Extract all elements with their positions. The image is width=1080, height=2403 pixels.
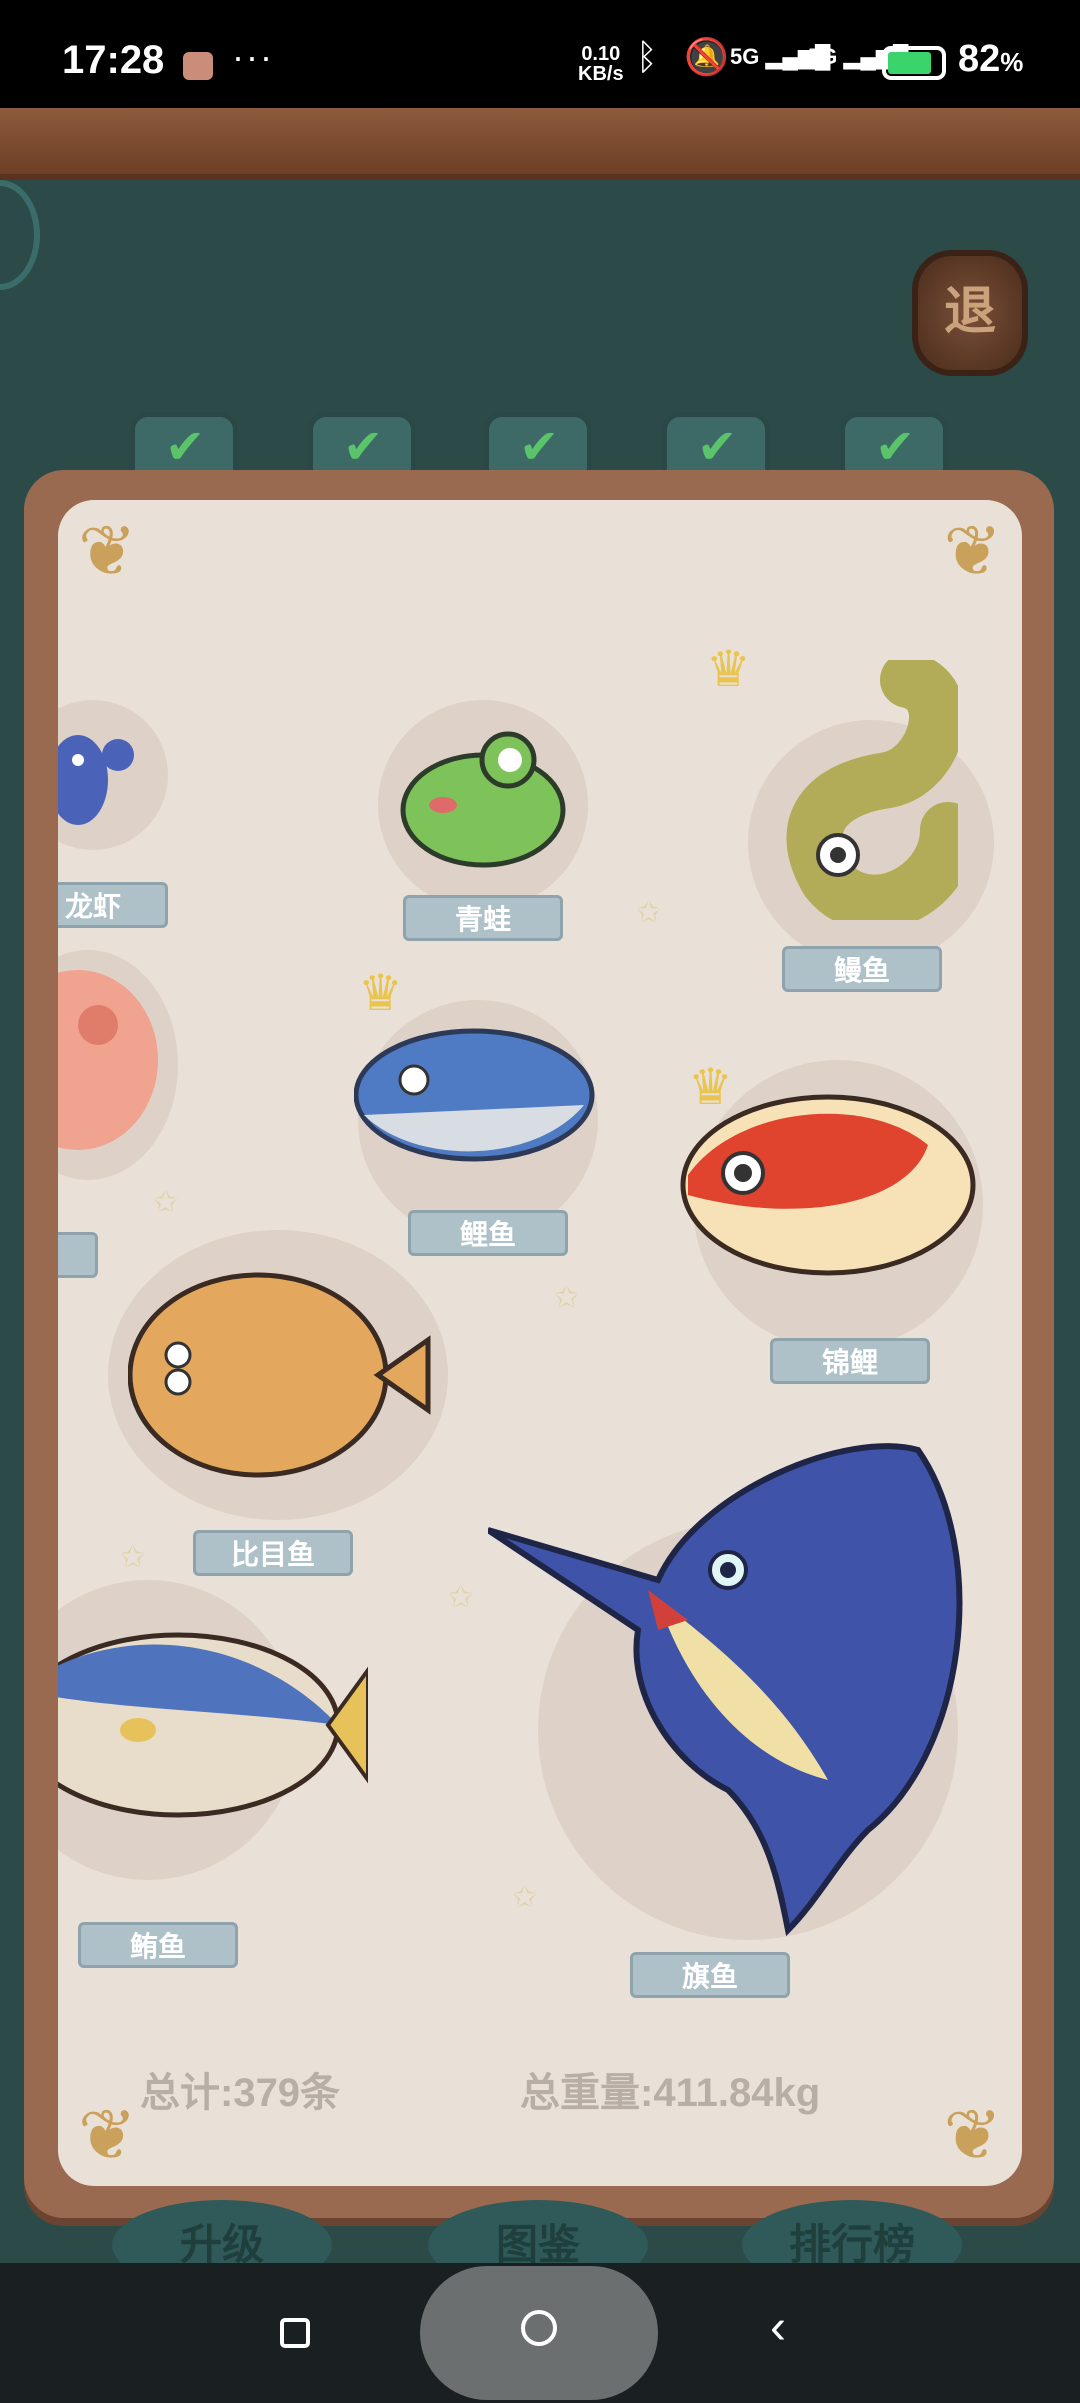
network-speed-value: 0.10 <box>581 43 621 65</box>
corner-ornament-icon: ❦ <box>943 512 1002 590</box>
signal-2-label: 5G <box>808 44 838 69</box>
recent-apps-icon[interactable] <box>280 2318 310 2348</box>
check-icon: ✔ <box>875 421 916 474</box>
flounder-icon <box>128 1272 431 1478</box>
signal-1-label: 5G <box>730 44 760 69</box>
star-icon: ✩ <box>554 1281 580 1314</box>
tuna-icon <box>58 1632 368 1818</box>
star-icon: ✩ <box>153 1186 179 1219</box>
check-icon: ✔ <box>165 421 206 474</box>
app-notification-icon <box>183 52 213 80</box>
home-circle-icon <box>521 2310 557 2346</box>
mute-bell-icon: 🔕 <box>684 36 729 77</box>
lobster-icon <box>58 735 134 825</box>
status-time: 17:28 <box>62 38 165 82</box>
partial-fish-icon <box>58 970 158 1150</box>
fish-label-tuna[interactable]: 鲔鱼 <box>78 1922 238 1968</box>
corner-ornament-icon: ❦ <box>78 2096 137 2174</box>
marlin-icon <box>488 1443 963 1937</box>
corner-ornament-icon: ❦ <box>943 2096 1002 2174</box>
battery-percent-value: 82 <box>958 38 1001 80</box>
star-icon: ✩ <box>512 1881 538 1914</box>
exit-button[interactable]: 退 <box>912 250 1028 376</box>
fish-label-lobster[interactable]: 龙虾 <box>58 882 168 928</box>
bluetooth-icon: ᛒ <box>636 36 658 77</box>
collection-panel: ❦ ❦ ❦ ❦ 龙虾 青蛙 ♛ 鳗鱼 ♛ 鲤鱼 ♛ 锦鲤 比目鱼 鲔鱼 旗鱼 ✩… <box>58 500 1022 2186</box>
frog-icon <box>400 731 566 868</box>
network-speed-unit: KB/s <box>578 63 624 85</box>
eel-icon <box>786 660 958 920</box>
check-icon: ✔ <box>519 421 560 474</box>
total-weight: 总重量:411.84kg <box>520 2071 821 2115</box>
koi-icon <box>680 1094 976 1276</box>
carp-icon <box>354 1028 595 1162</box>
crown-icon: ♛ <box>358 965 403 1021</box>
back-chevron-icon[interactable]: ‹ <box>770 2300 786 2355</box>
corner-ornament-icon: ❦ <box>78 512 137 590</box>
star-icon: ✩ <box>120 1541 146 1574</box>
check-icon: ✔ <box>697 421 738 474</box>
crown-icon: ♛ <box>706 641 751 697</box>
battery-percent-suffix: % <box>1000 47 1024 77</box>
status-bar: 17:28 ··· 0.10 KB/s ᛒ 🔕 5G ▂▄▆█ 5G ▂▄▆█ … <box>0 0 1080 110</box>
wooden-beam <box>0 108 1080 180</box>
fish-label-marlin[interactable]: 旗鱼 <box>630 1952 790 1998</box>
total-count: 总计:379条 <box>140 2071 341 2115</box>
star-icon: ✩ <box>636 896 662 929</box>
battery-icon <box>882 46 946 80</box>
network-speed: 0.10 KB/s <box>578 44 624 84</box>
battery-fill <box>888 52 931 74</box>
more-notifications-icon: ··· <box>232 36 274 77</box>
fish-label-carp[interactable]: 鲤鱼 <box>408 1210 568 1256</box>
fish-label-flounder[interactable]: 比目鱼 <box>193 1530 353 1576</box>
check-icon: ✔ <box>343 421 384 474</box>
fish-label-eel[interactable]: 鳗鱼 <box>782 946 942 992</box>
fish-label-koi[interactable]: 锦鲤 <box>770 1338 930 1384</box>
battery-percent: 82% <box>958 38 1023 81</box>
fish-label-partial[interactable] <box>58 1232 98 1278</box>
fish-label-frog[interactable]: 青蛙 <box>403 895 563 941</box>
side-ring-decoration <box>0 180 40 290</box>
star-icon: ✩ <box>448 1581 474 1614</box>
